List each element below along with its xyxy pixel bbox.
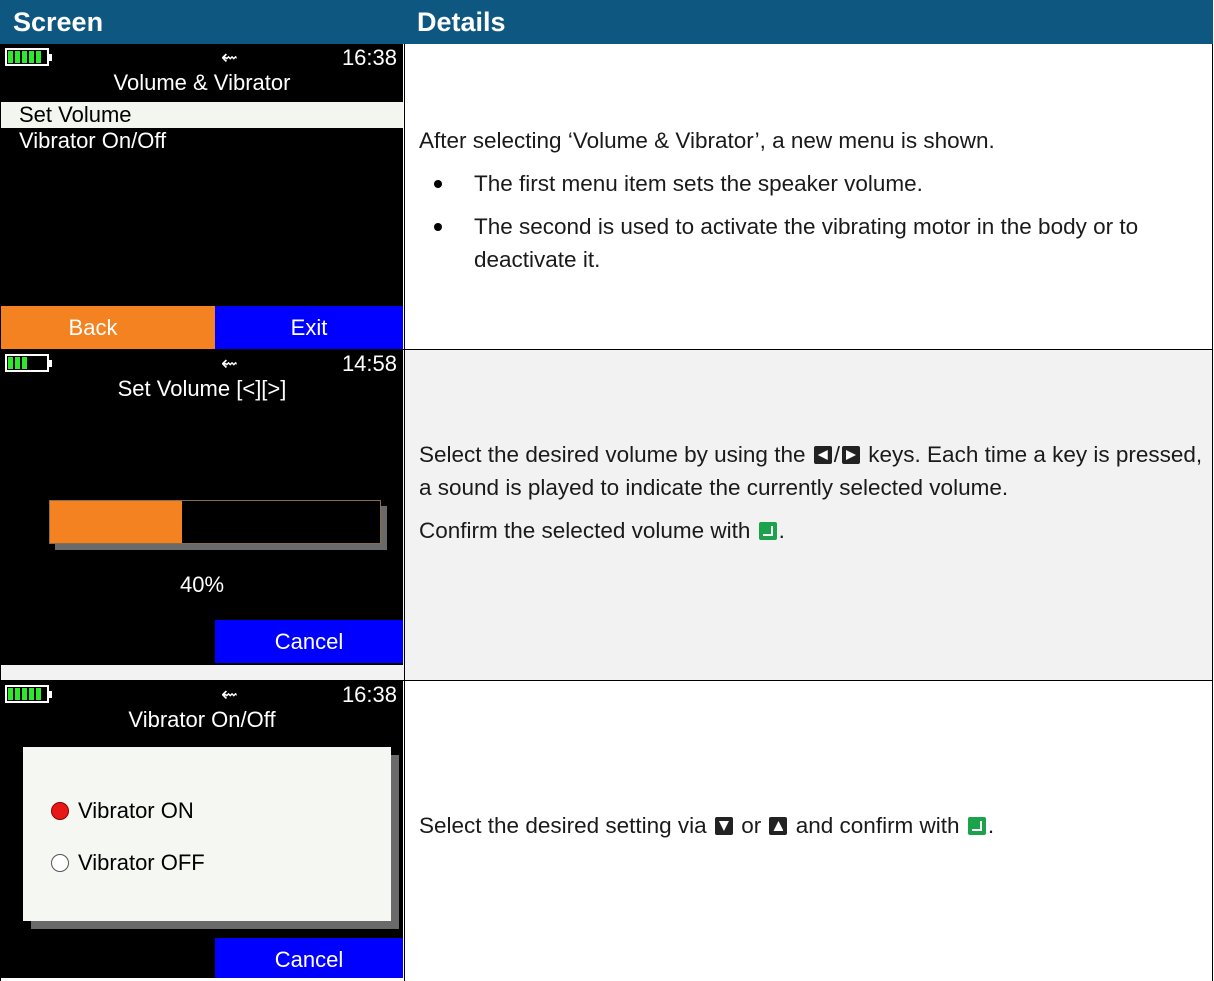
battery-bar (15, 51, 20, 63)
usb-icon: ⇜ (221, 45, 238, 70)
status-bar: ⇜ 16:38 (1, 681, 403, 707)
radio-vibrator-on[interactable]: Vibrator ON (51, 798, 194, 824)
volume-fill (50, 501, 182, 543)
list-item: The second is used to activate the vibra… (474, 210, 1212, 276)
volume-percent: 40% (1, 572, 403, 598)
screen-title: Set Volume [<][>] (1, 376, 403, 402)
device-screen-vibrator: ⇜ 16:38 Vibrator On/Off Vibrator ON Vibr… (1, 681, 403, 978)
status-bar: ⇜ 16:38 (1, 44, 403, 70)
screen-title: Vibrator On/Off (1, 707, 403, 733)
cancel-button[interactable]: Cancel (215, 620, 403, 663)
status-bar: ⇜ 14:58 (1, 350, 403, 376)
header-details: Details (405, 1, 1213, 44)
battery-bar (36, 688, 41, 700)
battery-bar (22, 688, 27, 700)
battery-bar (15, 357, 20, 369)
up-key-icon (769, 817, 787, 835)
battery-bar (29, 51, 34, 63)
battery-bar (22, 357, 27, 369)
back-button[interactable]: Back (1, 306, 215, 349)
radio-unselected-icon (51, 854, 69, 872)
battery-bar (29, 688, 34, 700)
down-key-icon (715, 817, 733, 835)
volume-slider[interactable] (49, 500, 381, 544)
clock: 14:58 (342, 351, 397, 377)
screen-cell: ⇜ 16:38 Volume & Vibrator Set Volume Vib… (1, 44, 405, 350)
enter-key-icon (968, 817, 986, 835)
table-row: ⇜ 16:38 Vibrator On/Off Vibrator ON Vibr… (1, 681, 1213, 981)
clock: 16:38 (342, 682, 397, 708)
details-cell: After selecting ‘Volume & Vibrator’, a n… (405, 44, 1213, 350)
usb-icon: ⇜ (221, 351, 238, 376)
enter-key-icon (759, 522, 777, 540)
screen-cell: ⇜ 16:38 Vibrator On/Off Vibrator ON Vibr… (1, 681, 405, 981)
battery-bar (15, 688, 20, 700)
header-screen: Screen (1, 1, 405, 44)
menu-item-set-volume[interactable]: Set Volume (1, 102, 403, 128)
exit-button[interactable]: Exit (215, 306, 403, 349)
battery-icon (5, 48, 49, 66)
battery-icon (5, 685, 49, 703)
details-bullets: The first menu item sets the speaker vol… (419, 167, 1212, 276)
battery-bar (22, 51, 27, 63)
details-paragraph: Select the desired setting via or and co… (419, 809, 1212, 842)
table-row: ⇜ 16:38 Volume & Vibrator Set Volume Vib… (1, 44, 1213, 350)
screen-cell: ⇜ 14:58 Set Volume [<][>] 40% Cancel (1, 350, 405, 681)
manual-table: Screen Details ⇜ 16:38 Volume & Vibrator… (0, 0, 1213, 981)
screen-title: Volume & Vibrator (1, 70, 403, 96)
clock: 16:38 (342, 45, 397, 71)
right-key-icon (842, 446, 860, 464)
battery-icon (5, 354, 49, 372)
usb-icon: ⇜ (221, 682, 238, 707)
device-screen-menu: ⇜ 16:38 Volume & Vibrator Set Volume Vib… (1, 44, 403, 349)
details-paragraph: Confirm the selected volume with . (419, 514, 1212, 547)
battery-bar (8, 357, 13, 369)
table-row: ⇜ 14:58 Set Volume [<][>] 40% Cancel Sel… (1, 350, 1213, 681)
cancel-button[interactable]: Cancel (215, 938, 403, 978)
details-cell: Select the desired volume by using the /… (405, 350, 1213, 681)
radio-selected-icon (51, 802, 69, 820)
list-item: The first menu item sets the speaker vol… (474, 167, 1212, 200)
vibrator-dialog: Vibrator ON Vibrator OFF (23, 747, 391, 921)
battery-bar (36, 51, 41, 63)
details-paragraph: Select the desired volume by using the /… (419, 438, 1212, 504)
left-key-icon (814, 446, 832, 464)
details-intro: After selecting ‘Volume & Vibrator’, a n… (419, 124, 1212, 157)
battery-bar (8, 51, 13, 63)
battery-bar (8, 688, 13, 700)
radio-vibrator-off[interactable]: Vibrator OFF (51, 850, 205, 876)
device-screen-volume: ⇜ 14:58 Set Volume [<][>] 40% Cancel (1, 350, 403, 665)
menu-item-vibrator[interactable]: Vibrator On/Off (1, 128, 403, 154)
details-cell: Select the desired setting via or and co… (405, 681, 1213, 981)
